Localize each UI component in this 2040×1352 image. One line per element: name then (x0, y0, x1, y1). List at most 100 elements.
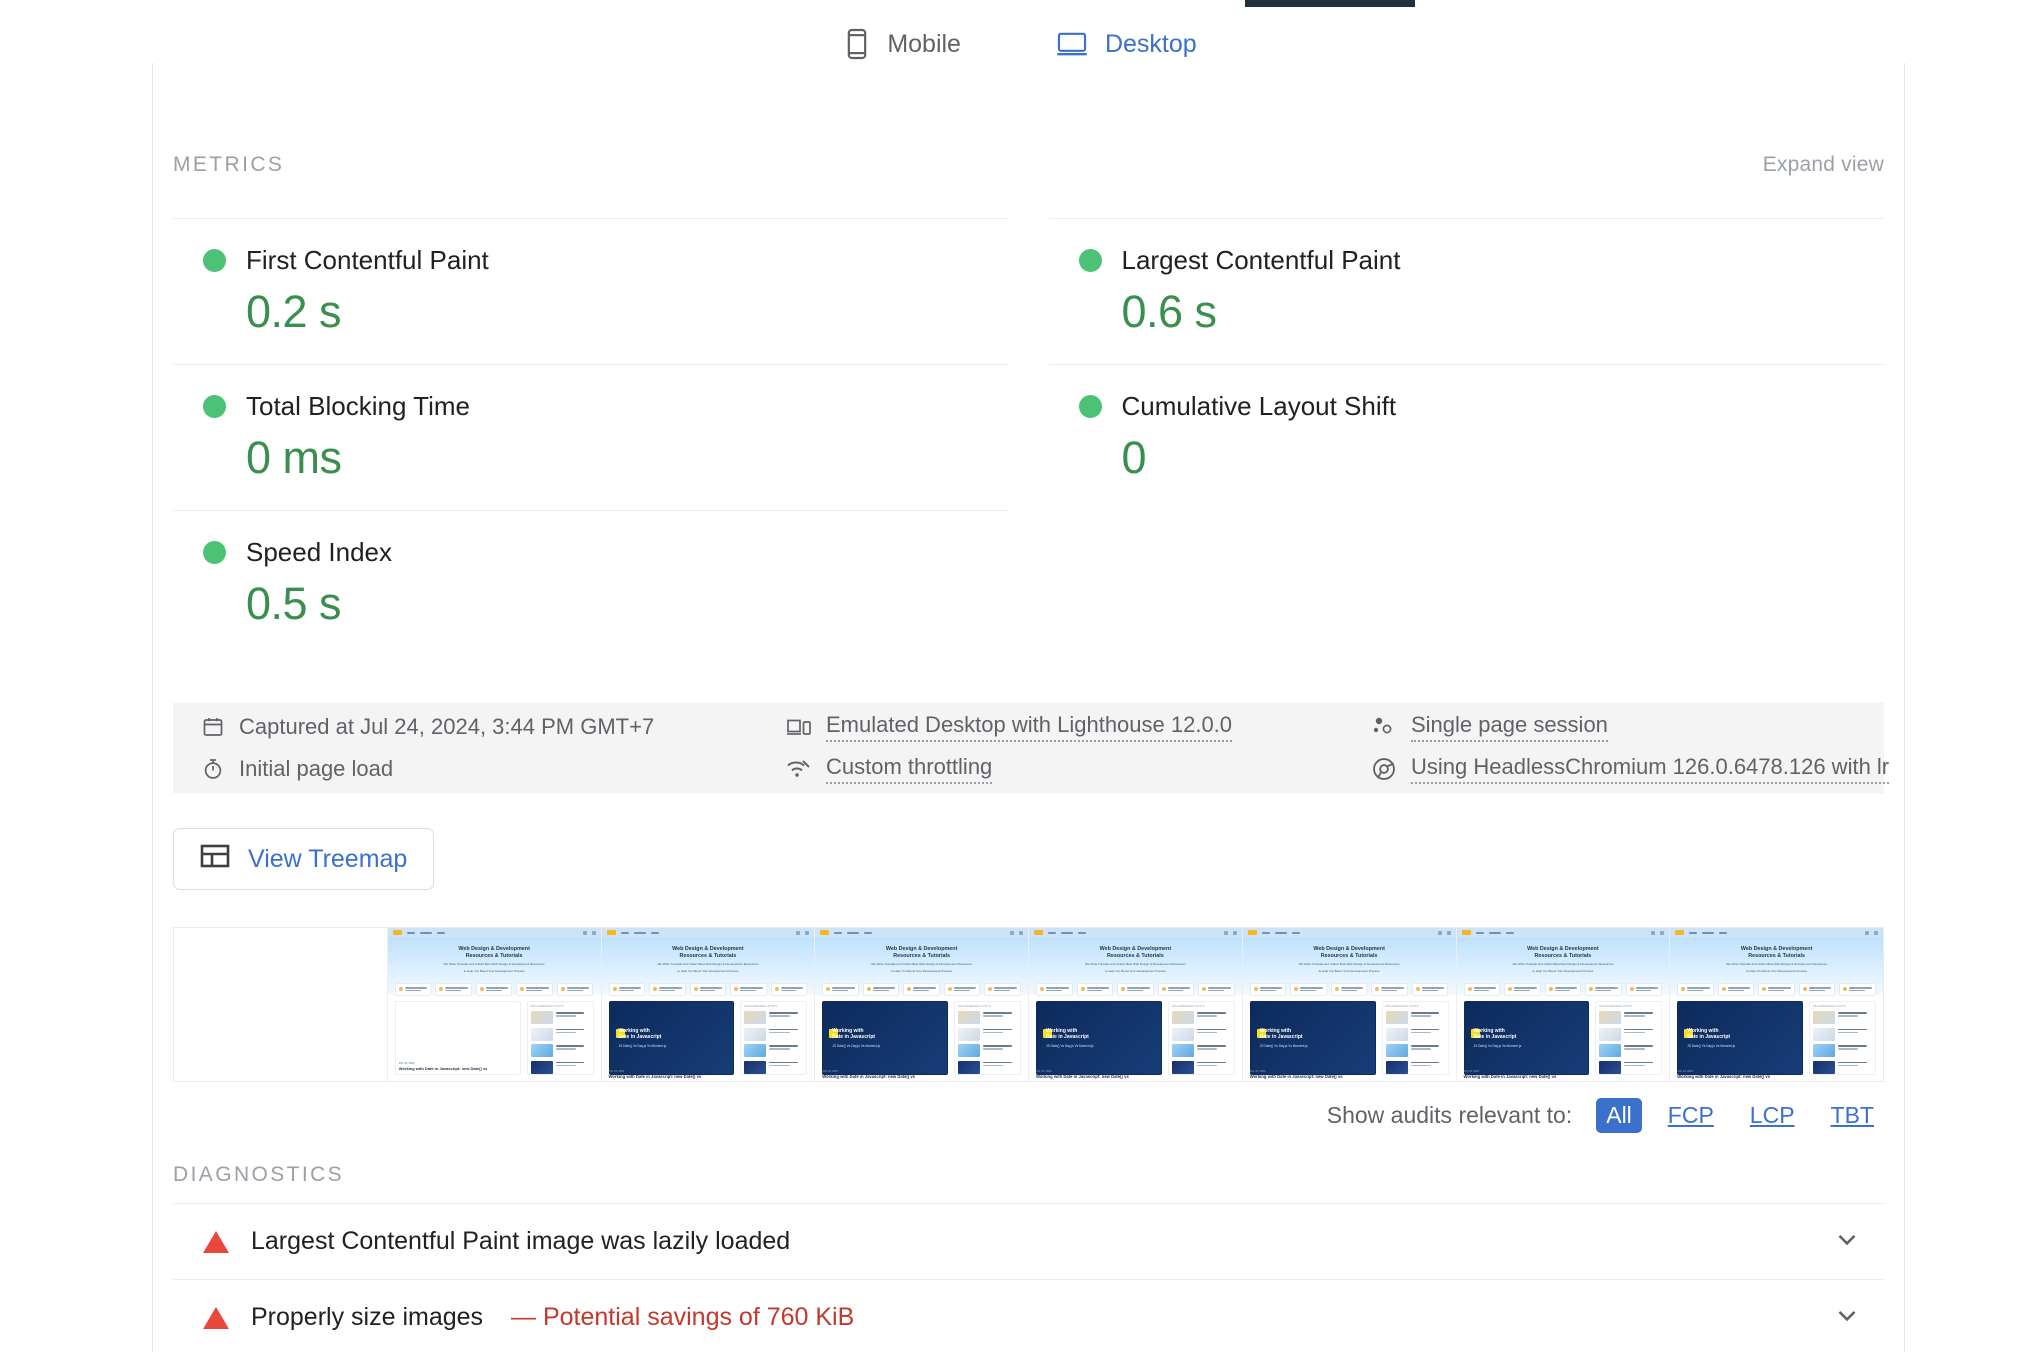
diagnostics-list: Largest Contentful Paint image was lazil… (173, 1203, 1884, 1352)
page-thumbnail: Web Design & Development Resources & Tut… (1670, 928, 1883, 1081)
thumb-foot-title: Working with Date in Javascript: new Dat… (1249, 1074, 1343, 1079)
initial-page-load-text: Initial page load (239, 756, 394, 781)
audit-filter-bar: Show audits relevant to: All FCP LCP TBT (1327, 1098, 1884, 1133)
status-dot-pass-icon (1078, 249, 1102, 272)
env-throttling[interactable]: Custom throttling (786, 754, 1371, 784)
thumb-card-hero-sub: JS Date() Vs Day.js Vs Moment.js (1687, 1044, 1736, 1048)
metric-value: 0.2 s (246, 286, 342, 337)
thumb-hero-title-2: Resources & Tutorials (465, 952, 523, 959)
thumb-card-hero-1: Working with (1046, 1028, 1078, 1034)
thumb-card-title: Working with Date in Javascript: new Dat… (398, 1066, 488, 1071)
thumb-foot-date: JUL 24, 2024 (1677, 1070, 1693, 1073)
audit-filter-label: Show audits relevant to: (1326, 1102, 1573, 1128)
calendar-icon (201, 715, 225, 739)
filmstrip-frame[interactable]: Web Design & Development Resources & Tut… (1242, 928, 1457, 1081)
metric-cumulative-layout-shift[interactable]: Cumulative Layout Shift 0 (1048, 364, 1884, 510)
thumb-foot-title: Working with Date in Javascript: new Dat… (1036, 1074, 1129, 1079)
captured-at-text: Captured at Jul 24, 2024, 3:44 PM GMT+7 (239, 714, 655, 739)
thumb-hero-title-2: Resources & Tutorials (1748, 952, 1806, 959)
chevron-down-icon[interactable] (1832, 1300, 1862, 1335)
user-agent-text: Using HeadlessChromium 126.0.6478.126 wi… (1411, 754, 1890, 784)
thumb-sidebar-heading: RECOMMENDED POSTS (1171, 1005, 1205, 1008)
filmstrip-frame[interactable]: Web Design & Development Resources & Tut… (1029, 928, 1243, 1081)
filmstrip-frame[interactable]: Web Design & Development Resources & Tut… (1456, 928, 1671, 1081)
thumb-hero-sub-1: We Write Tutorials and Collect Best Web … (1512, 962, 1614, 967)
thumb-foot-title: Working with Date in Javascript: new Dat… (1677, 1074, 1771, 1079)
emulation-text: Emulated Desktop with Lighthouse 12.0.0 (826, 712, 1233, 742)
audit-filter-tbt[interactable]: TBT (1821, 1098, 1884, 1133)
filmstrip-frame[interactable]: Web Design & Development Resources & Tut… (387, 928, 602, 1081)
page-thumbnail: Web Design & Development Resources & Tut… (601, 928, 815, 1081)
page-thumbnail: Web Design & Development Resources & Tut… (387, 928, 601, 1081)
metric-largest-contentful-paint[interactable]: Largest Contentful Paint 0.6 s (1048, 218, 1884, 364)
thumb-sidebar-heading: RECOMMENDED POSTS (958, 1005, 992, 1008)
thumb-hero-title-2: Resources & Tutorials (1106, 952, 1164, 959)
filmstrip-frame[interactable]: Web Design & Development Resources & Tut… (601, 928, 816, 1081)
thumb-hero-title-1: Web Design & Development (458, 946, 530, 952)
metric-label: First Contentful Paint (246, 245, 489, 275)
metrics-heading: METRICS (173, 153, 285, 176)
thumb-hero-sub-2: to Help You Boost Your Development Proce… (463, 969, 525, 974)
thumb-sidebar-heading: RECOMMENDED POSTS (530, 1005, 564, 1008)
thumb-foot-date: JUL 24, 2024 (1463, 1070, 1480, 1073)
filmstrip-frame[interactable] (174, 928, 388, 1081)
thumb-hero-title-2: Resources & Tutorials (1534, 952, 1592, 959)
thumb-hero-title-1: Web Design & Development (672, 946, 744, 952)
mobile-icon (843, 27, 871, 61)
page-thumbnail: Web Design & Development Resources & Tut… (1456, 928, 1670, 1081)
metric-label: Cumulative Layout Shift (1121, 391, 1397, 421)
thumb-hero-sub-2: to Help You Boost Your Development Proce… (1318, 969, 1380, 974)
metric-label: Largest Contentful Paint (1121, 245, 1401, 275)
thumb-hero-title-1: Web Design & Development (1527, 946, 1599, 952)
env-initial-page-load: Initial page load (201, 754, 786, 784)
diagnostics-section-header: DIAGNOSTICS (173, 1163, 1884, 1187)
view-treemap-label: View Treemap (248, 844, 408, 873)
view-treemap-button[interactable]: View Treemap (173, 828, 435, 890)
expand-view-button[interactable]: Expand view (1763, 153, 1884, 177)
thumb-hero-title-2: Resources & Tutorials (679, 952, 737, 959)
metric-label: Total Blocking Time (246, 391, 470, 421)
device-emulation-icon (786, 716, 812, 738)
env-session[interactable]: Single page session (1371, 712, 1889, 742)
thumb-hero-title-2: Resources & Tutorials (893, 952, 951, 959)
network-throttle-icon (786, 758, 812, 780)
metric-speed-index[interactable]: Speed Index 0.5 s (173, 510, 1009, 656)
chevron-down-icon[interactable] (1832, 1224, 1862, 1259)
thumb-card-hero-1: Working with (1687, 1028, 1719, 1034)
thumb-card-hero-1: Working with (1259, 1028, 1292, 1034)
filmstrip-frame[interactable]: Web Design & Development Resources & Tut… (1670, 928, 1883, 1081)
thumb-card-hero-2: Date in Javascript (1259, 1034, 1303, 1041)
thumb-card-hero-2: Date in Javascript (832, 1034, 876, 1041)
metric-total-blocking-time[interactable]: Total Blocking Time 0 ms (173, 364, 1009, 510)
thumb-card-date: JUL 24, 2024 (398, 1061, 415, 1065)
thumb-card-hero-sub: JS Date() Vs Day.js Vs Moment.js (1046, 1044, 1094, 1048)
audit-filter-fcp[interactable]: FCP (1658, 1098, 1724, 1133)
env-captured-at: Captured at Jul 24, 2024, 3:44 PM GMT+7 (201, 712, 786, 742)
thumb-hero-sub-2: to Help You Boost Your Development Proce… (1104, 969, 1166, 974)
thumb-hero-title-1: Web Design & Development (1740, 946, 1813, 952)
report-body: METRICS Expand view First Contentful Pai… (152, 63, 1905, 1352)
thumb-foot-date: JUL 24, 2024 (1036, 1070, 1052, 1073)
thumb-hero-sub-1: We Write Tutorials and Collect Best Web … (1085, 962, 1186, 967)
filmstrip-frame[interactable]: Web Design & Development Resources & Tut… (815, 928, 1029, 1081)
diagnostic-row-properly-size-images[interactable]: Properly size images — Potential savings… (173, 1279, 1884, 1352)
audit-filter-all[interactable]: All (1596, 1098, 1642, 1133)
thumb-card-hero-sub: JS Date() Vs Day.js Vs Moment.js (1473, 1044, 1522, 1048)
thumb-sidebar-heading: RECOMMENDED POSTS (1813, 1005, 1847, 1008)
thumb-card-hero-sub: JS Date() Vs Day.js Vs Moment.js (618, 1044, 667, 1048)
thumb-foot-date: JUL 24, 2024 (608, 1070, 625, 1073)
env-user-agent[interactable]: Using HeadlessChromium 126.0.6478.126 wi… (1371, 754, 1890, 784)
thumb-sidebar-heading: RECOMMENDED POSTS (744, 1005, 778, 1008)
thumb-card-hero-sub: JS Date() Vs Day.js Vs Moment.js (1259, 1044, 1308, 1048)
diagnostic-row-lcp-lazy-loaded[interactable]: Largest Contentful Paint image was lazil… (173, 1203, 1884, 1279)
triangle-fail-icon (203, 1306, 229, 1329)
metric-first-contentful-paint[interactable]: First Contentful Paint 0.2 s (173, 218, 1009, 364)
audit-filter-lcp[interactable]: LCP (1740, 1098, 1805, 1133)
tab-desktop-label: Desktop (1104, 29, 1197, 58)
env-emulation[interactable]: Emulated Desktop with Lighthouse 12.0.0 (786, 712, 1371, 742)
metric-empty-slot (1049, 510, 1885, 656)
thumb-hero-sub-2: to Help You Boost Your Development Proce… (1532, 969, 1594, 974)
triangle-fail-icon (203, 1230, 229, 1253)
desktop-icon (1055, 30, 1089, 58)
diagnostic-detail: — Potential savings of 760 KiB (511, 1303, 855, 1331)
